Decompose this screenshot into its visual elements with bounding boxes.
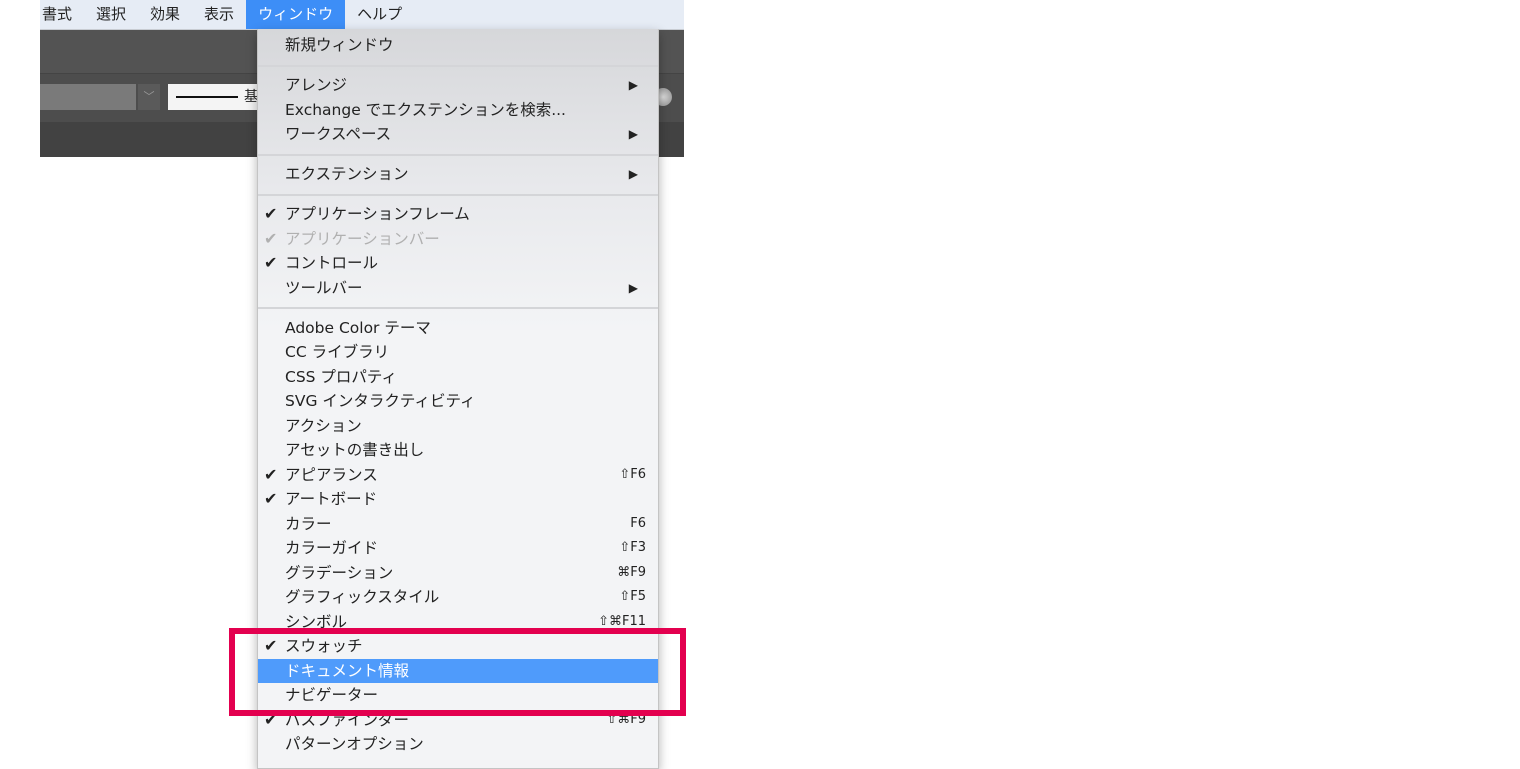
menu-item-label: カラーガイド <box>285 539 379 557</box>
submenu-arrow-icon: ▶ <box>628 280 638 295</box>
stroke-line-icon <box>176 96 238 98</box>
menubar-item[interactable]: 選択 <box>84 0 138 29</box>
menu-item-shortcut: ⇧F3 <box>619 540 646 555</box>
menu-item[interactable]: エクステンション ▶ <box>258 162 658 187</box>
submenu-arrow-icon: ▶ <box>628 78 638 92</box>
checkmark-icon: ✔ <box>264 464 278 484</box>
menu-item[interactable]: ✔ アピアランス ⇧F6 <box>258 463 658 488</box>
menu-item-label: Exchange でエクステンションを検索... <box>285 100 566 119</box>
menu-item-label: コントロール <box>285 254 379 272</box>
menu-item[interactable]: ✔ アートボード <box>258 487 658 512</box>
menu-item-shortcut: ⇧F6 <box>619 466 646 482</box>
menu-bar: 書式 選択 効果 表示 ウィンドウ ヘルプ <box>40 0 684 30</box>
menu-item[interactable]: Exchange でエクステンションを検索... <box>258 98 658 123</box>
stroke-label: 基 <box>244 89 258 105</box>
fill-field[interactable] <box>40 84 136 110</box>
menu-separator <box>258 300 658 316</box>
menu-item-label: 新規ウィンドウ <box>285 36 394 54</box>
menu-item[interactable]: グラデーション ⌘F9 <box>258 561 658 586</box>
menu-item[interactable]: カラー F6 <box>258 512 658 537</box>
menu-item[interactable]: カラーガイド ⇧F3 <box>258 536 658 561</box>
stroke-dropdown[interactable]: 基 <box>168 84 268 110</box>
submenu-arrow-icon: ▶ <box>628 127 638 141</box>
menu-item-label: アレンジ <box>285 76 348 94</box>
menu-item[interactable]: グラフィックスタイル ⇧F5 <box>258 585 658 610</box>
menu-item-label: アクション <box>285 416 362 435</box>
menubar-item[interactable]: ヘルプ <box>345 0 414 29</box>
menu-separator <box>258 58 658 74</box>
submenu-arrow-icon: ▶ <box>628 167 638 181</box>
menu-item-label: SVG インタラクティビティ <box>285 392 476 410</box>
checkmark-icon: ✔ <box>264 228 278 248</box>
menu-item-label: CC ライブラリ <box>285 343 390 361</box>
menu-item-label: ツールバー <box>285 278 363 297</box>
menu-separator <box>258 187 658 203</box>
menu-item-label: アプリケーションバー <box>285 229 440 248</box>
menu-item-label: エクステンション <box>285 165 409 183</box>
menu-item-label: アセットの書き出し <box>285 441 425 459</box>
menu-item[interactable]: ツールバー ▶ <box>258 276 658 301</box>
checkmark-icon: ✔ <box>264 204 278 223</box>
menu-item[interactable]: Adobe Color テーマ <box>258 316 658 341</box>
menu-separator <box>258 147 658 163</box>
menu-item[interactable]: パターンオプション <box>258 732 658 757</box>
menu-item[interactable]: CC ライブラリ <box>258 340 658 365</box>
menu-item-label: グラフィックスタイル <box>285 588 440 606</box>
menu-item-shortcut: ⇧F5 <box>619 589 646 604</box>
menu-item-label: パターンオプション <box>285 735 424 753</box>
menu-item[interactable]: ✔ コントロール <box>258 251 658 276</box>
menu-item[interactable]: ✔ アプリケーションフレーム <box>258 202 658 227</box>
menubar-item[interactable]: 効果 <box>138 0 192 29</box>
checkmark-icon: ✔ <box>264 253 278 272</box>
menu-item-label: Adobe Color テーマ <box>285 318 431 337</box>
menu-item[interactable]: アクション <box>258 414 658 439</box>
checkmark-icon: ✔ <box>264 489 278 508</box>
menubar-item[interactable]: 書式 <box>40 0 84 29</box>
menu-item-shortcut: ⌘F9 <box>617 564 646 580</box>
menu-item-label: アプリケーションフレーム <box>285 205 470 223</box>
menu-item[interactable]: アセットの書き出し <box>258 438 658 463</box>
menu-item-label: アートボード <box>285 490 378 508</box>
menu-item[interactable]: アレンジ ▶ <box>258 73 658 98</box>
menu-item[interactable]: 新規ウィンドウ <box>258 33 658 58</box>
menu-item[interactable]: CSS プロパティ <box>258 365 658 390</box>
menu-item-label: ワークスペース <box>285 125 392 143</box>
menu-item[interactable]: ✔ アプリケーションバー <box>258 227 658 252</box>
menu-item-label: CSS プロパティ <box>285 367 397 386</box>
menu-item-label: アピアランス <box>285 465 378 484</box>
menubar-item[interactable]: 表示 <box>192 0 246 29</box>
menu-item[interactable]: SVG インタラクティビティ <box>258 389 658 414</box>
menubar-item[interactable]: ウィンドウ <box>246 0 346 29</box>
chevron-down-icon[interactable]: ﹀ <box>138 84 160 110</box>
menu-item[interactable]: ワークスペース ▶ <box>258 122 658 147</box>
menu-item-shortcut: F6 <box>630 515 646 531</box>
menu-item-label: グラデーション <box>285 563 394 582</box>
highlight-annotation <box>229 628 686 716</box>
menu-item-label: カラー <box>285 514 332 533</box>
